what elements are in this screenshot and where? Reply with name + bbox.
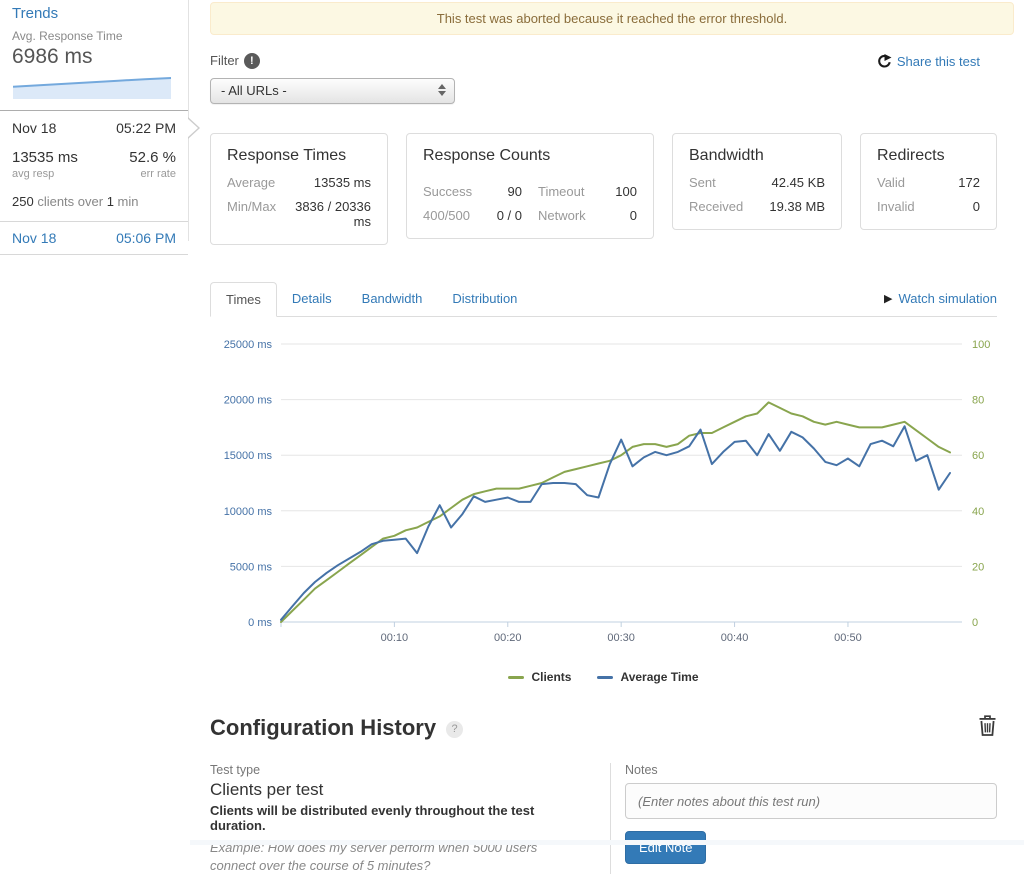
help-icon[interactable]: ? bbox=[446, 721, 463, 738]
response-time-chart: 0 ms 5000 ms 10000 ms 15000 ms 20000 ms 25000… bbox=[210, 334, 997, 684]
tab-details[interactable]: Details bbox=[277, 282, 347, 317]
summary-cards: Response Times Average13535 ms Min/Max38… bbox=[210, 133, 997, 245]
share-icon bbox=[877, 54, 892, 69]
response-times-card: Response Times Average13535 ms Min/Max38… bbox=[210, 133, 388, 245]
average-time-swatch bbox=[597, 676, 613, 679]
svg-text:60: 60 bbox=[972, 450, 984, 462]
avg-response-time-label: Avg. Response Time bbox=[12, 29, 176, 43]
svg-text:20000 ms: 20000 ms bbox=[224, 395, 273, 407]
trends-sidebar: Trends Avg. Response Time 6986 ms Nov 18… bbox=[0, 0, 189, 241]
edit-note-button[interactable]: Edit Note bbox=[625, 831, 706, 864]
avg-resp-sublabel: avg resp bbox=[12, 168, 54, 180]
configuration-history-section: Configuration History ? Test type Client… bbox=[210, 715, 997, 874]
redirects-card: Redirects Valid172 Invalid0 bbox=[860, 133, 997, 230]
url-filter-select[interactable]: - All URLs - bbox=[210, 78, 455, 104]
test-type-column: Test type Clients per test Clients will … bbox=[210, 763, 610, 874]
svg-text:00:20: 00:20 bbox=[494, 632, 522, 644]
tab-bandwidth[interactable]: Bandwidth bbox=[347, 282, 438, 317]
share-test-link[interactable]: Share this test bbox=[877, 54, 980, 69]
svg-text:00:10: 00:10 bbox=[381, 632, 409, 644]
main-content: This test was aborted because it reached… bbox=[210, 0, 1014, 874]
run-time: 05:22 PM bbox=[116, 120, 176, 136]
svg-text:20: 20 bbox=[972, 561, 984, 573]
card-title: Response Times bbox=[227, 147, 371, 165]
bandwidth-card: Bandwidth Sent42.45 KB Received19.38 MB bbox=[672, 133, 842, 230]
test-type-description: Clients will be distributed evenly throu… bbox=[210, 803, 584, 833]
run-avg-response: 13535 ms bbox=[12, 149, 78, 166]
tab-distribution[interactable]: Distribution bbox=[437, 282, 532, 317]
svg-text:40: 40 bbox=[972, 506, 984, 518]
trend-sparkline-chart bbox=[13, 73, 173, 102]
svg-text:15000 ms: 15000 ms bbox=[224, 450, 273, 462]
test-run-item-selected[interactable]: Nov 18 05:22 PM 13535 ms 52.6 % avg resp… bbox=[0, 110, 188, 221]
clients-swatch bbox=[508, 676, 524, 679]
avg-response-time-value: 6986 ms bbox=[12, 45, 176, 69]
configuration-history-title: Configuration History bbox=[210, 715, 436, 741]
notes-label: Notes bbox=[625, 763, 997, 777]
notes-column: Notes Edit Note bbox=[610, 763, 997, 874]
svg-text:0: 0 bbox=[972, 617, 978, 629]
response-counts-card: Response Counts Success90 Timeout100 400… bbox=[406, 133, 654, 239]
run-error-rate: 52.6 % bbox=[129, 149, 176, 166]
svg-text:00:50: 00:50 bbox=[834, 632, 862, 644]
filter-label: Filter ! bbox=[210, 53, 260, 69]
run-clients-summary: 250 clients over 1 min bbox=[12, 194, 176, 209]
delete-test-button[interactable] bbox=[978, 715, 997, 741]
test-type-label: Test type bbox=[210, 763, 584, 777]
select-caret-icon bbox=[438, 84, 446, 96]
aborted-warning-banner: This test was aborted because it reached… bbox=[210, 2, 1014, 35]
filter-info-icon[interactable]: ! bbox=[244, 53, 260, 69]
svg-text:100: 100 bbox=[972, 339, 990, 351]
svg-text:0 ms: 0 ms bbox=[248, 617, 272, 629]
trends-link[interactable]: Trends bbox=[12, 5, 176, 22]
test-type-value: Clients per test bbox=[210, 780, 584, 800]
svg-text:00:30: 00:30 bbox=[607, 632, 635, 644]
card-title: Response Counts bbox=[423, 147, 637, 165]
run-date: Nov 18 bbox=[12, 230, 56, 246]
svg-text:80: 80 bbox=[972, 395, 984, 407]
run-time: 05:06 PM bbox=[116, 230, 176, 246]
legend-item-average-time[interactable]: Average Time bbox=[597, 670, 698, 684]
card-title: Redirects bbox=[877, 147, 980, 165]
err-rate-sublabel: err rate bbox=[141, 168, 176, 180]
svg-text:5000 ms: 5000 ms bbox=[230, 561, 273, 573]
test-run-item[interactable]: Nov 18 05:06 PM bbox=[0, 221, 188, 255]
chart-tabs: Times Details Bandwidth Distribution ▶ W… bbox=[210, 282, 997, 317]
watch-simulation-link[interactable]: ▶ Watch simulation bbox=[884, 291, 997, 306]
play-icon: ▶ bbox=[884, 292, 892, 305]
notes-input[interactable] bbox=[625, 783, 997, 819]
chart-legend: Clients Average Time bbox=[210, 670, 997, 684]
next-section-edge bbox=[190, 840, 1024, 845]
svg-text:00:40: 00:40 bbox=[721, 632, 749, 644]
line-chart-canvas: 0 ms 5000 ms 10000 ms 15000 ms 20000 ms 25000… bbox=[210, 334, 997, 656]
trash-icon bbox=[978, 715, 997, 736]
card-title: Bandwidth bbox=[689, 147, 825, 165]
legend-item-clients[interactable]: Clients bbox=[508, 670, 571, 684]
tab-times[interactable]: Times bbox=[210, 282, 277, 317]
run-date: Nov 18 bbox=[12, 120, 56, 136]
svg-text:10000 ms: 10000 ms bbox=[224, 506, 273, 518]
svg-text:25000 ms: 25000 ms bbox=[224, 339, 273, 351]
